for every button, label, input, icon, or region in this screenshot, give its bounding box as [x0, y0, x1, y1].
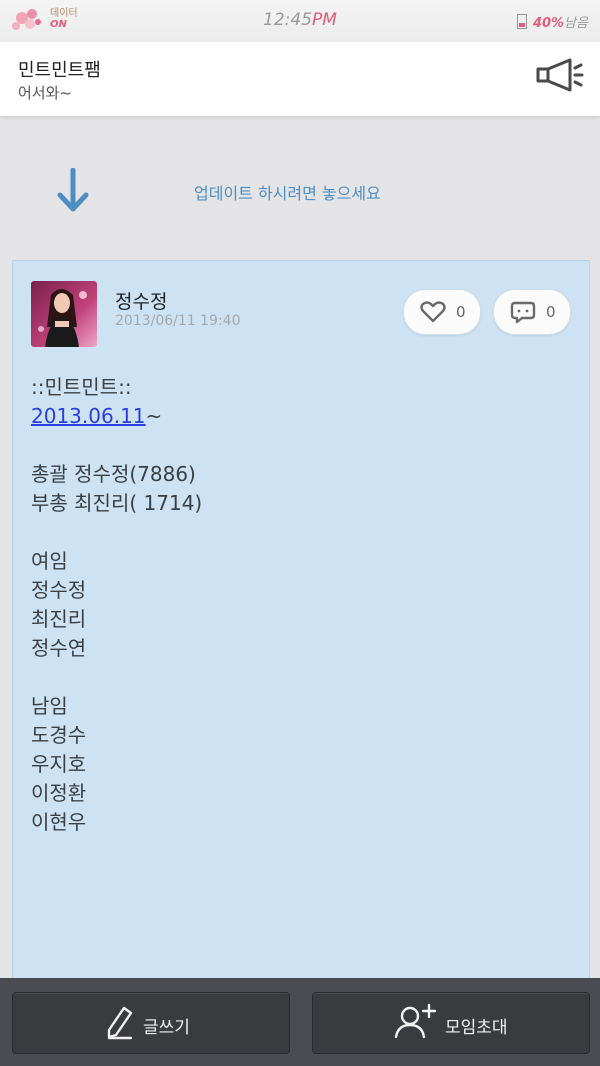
battery-icon — [516, 14, 527, 29]
megaphone-icon[interactable] — [534, 56, 584, 94]
battery-suffix: 남음 — [564, 16, 588, 31]
post-line: 이현우 — [31, 810, 87, 834]
clock-ampm: PM — [312, 10, 337, 30]
pen-icon — [107, 1006, 133, 1040]
post-line: 정수정 — [31, 578, 87, 602]
post-line: 최진리 — [31, 607, 87, 631]
post-line: 여임 — [31, 549, 68, 573]
date-link[interactable]: 2013.06.11 — [31, 404, 146, 428]
post-body: ::민트민트:: 2013.06.11~ 총괄 정수정(7886) 부총 최진리… — [31, 373, 571, 837]
clock: 12:45PM — [0, 10, 600, 30]
post-line: 우지호 — [31, 752, 87, 776]
status-bar: 데이터 ON 12:45PM 40%남음 — [0, 0, 600, 42]
bottom-action-bar: 글쓰기 모임초대 — [0, 978, 600, 1066]
post-line — [31, 431, 571, 460]
post-line: 도경수 — [31, 723, 87, 747]
heart-icon — [420, 301, 446, 323]
battery-percent: 40% — [532, 16, 565, 31]
arrow-down-icon — [57, 168, 89, 212]
invite-button-label: 모임초대 — [445, 1018, 508, 1038]
post-line: 정수연 — [31, 636, 87, 660]
write-button-label: 글쓰기 — [143, 1018, 190, 1038]
post-line: 남임 — [31, 694, 68, 718]
comment-count: 0 — [546, 303, 556, 321]
post-line — [31, 518, 571, 547]
avatar[interactable] — [31, 281, 97, 347]
post-link-line: 2013.06.11~ — [31, 402, 571, 431]
comment-button[interactable]: 0 — [493, 289, 571, 335]
battery-status: 40%남음 — [516, 12, 588, 31]
post-line: 부총 최진리( 1714) — [31, 491, 203, 515]
like-count: 0 — [456, 303, 466, 321]
post-line: 총괄 정수정(7886) — [31, 462, 196, 486]
post-card[interactable]: 정수정 2013/06/11 19:40 0 0 ::민트민트:: 2013.0… — [12, 260, 590, 1022]
clock-time: 12:45 — [263, 10, 313, 30]
post-line: ::민트민트:: — [31, 375, 132, 399]
write-button[interactable]: 글쓰기 — [12, 992, 290, 1054]
post-date: 2013/06/11 19:40 — [115, 313, 241, 329]
like-button[interactable]: 0 — [403, 289, 481, 335]
app-header: 민트민트팸 어서와~ — [0, 42, 600, 116]
date-link-suffix: ~ — [145, 404, 163, 428]
add-user-icon — [394, 1003, 437, 1039]
group-subtitle: 어서와~ — [18, 84, 72, 102]
post-author[interactable]: 정수정 — [115, 287, 167, 314]
comment-icon — [510, 301, 536, 324]
pull-refresh-text: 업데이트 하시려면 놓으세요 — [194, 184, 381, 203]
post-line: 이정환 — [31, 781, 87, 805]
post-line — [31, 663, 571, 692]
invite-button[interactable]: 모임초대 — [312, 992, 590, 1054]
group-title: 민트민트팸 — [18, 60, 101, 81]
